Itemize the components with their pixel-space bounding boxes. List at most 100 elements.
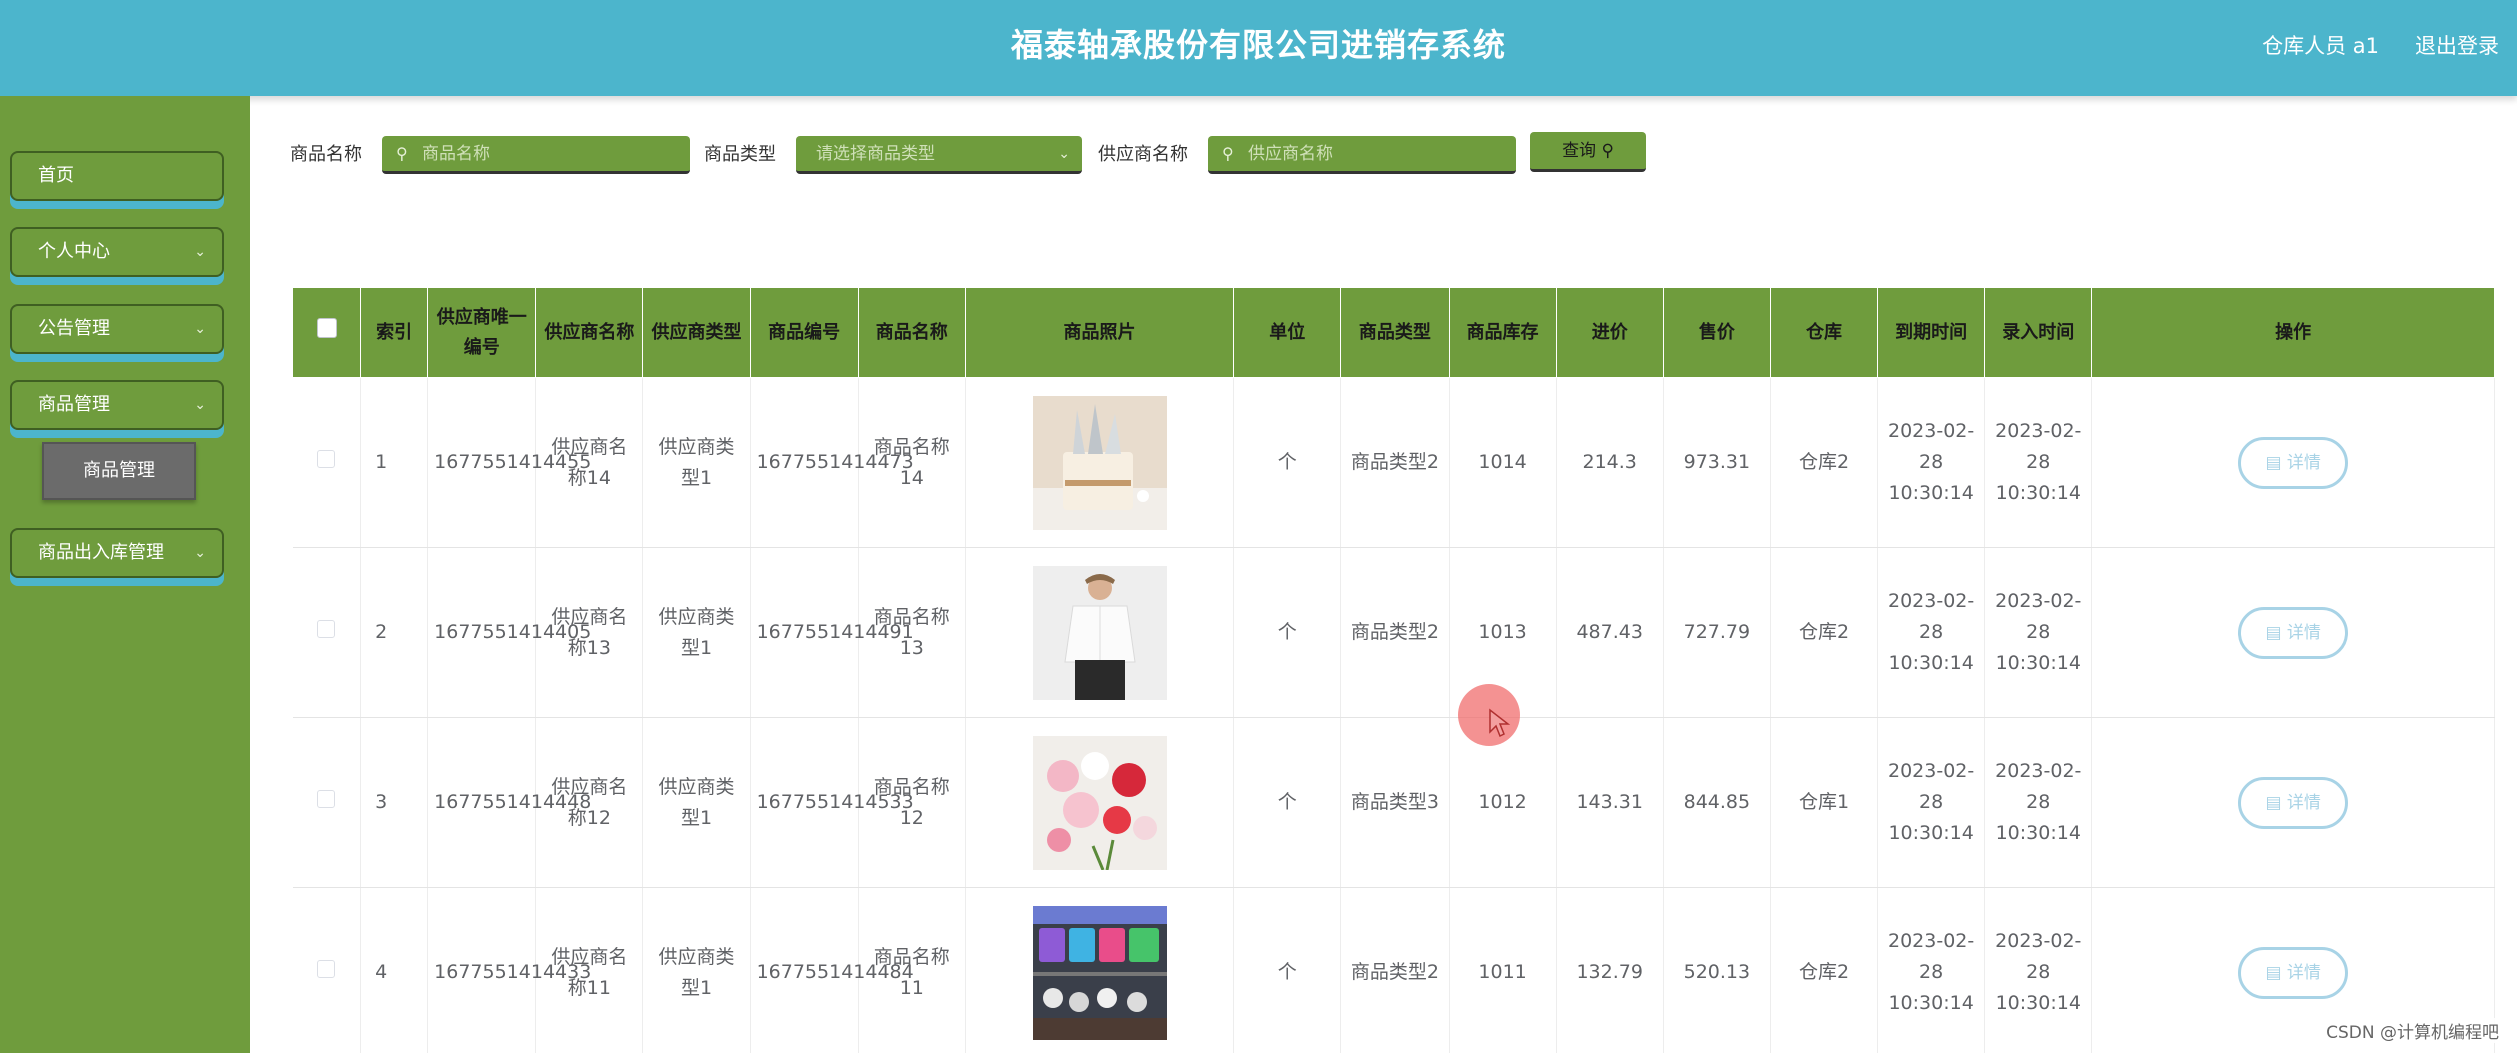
cell-warehouse: 仓库2 [1770,887,1879,1053]
sidebar-item-label: 个人中心 [38,241,110,262]
cell-unit: 个 [1233,377,1342,548]
cell-index: 3 [360,717,429,888]
detail-button[interactable]: ▤ 详情 [2238,606,2349,659]
cell-action: ▤ 详情 [2091,717,2495,888]
cell-product-type: 商品类型2 [1340,887,1450,1053]
column-header: 进价 [1555,287,1664,378]
detail-button[interactable]: ▤ 详情 [2238,436,2349,489]
detail-button-label: 详情 [2286,792,2321,813]
cell-supplier-id: 1677551414405 [427,547,591,718]
row-select-cell [292,887,362,1053]
query-button[interactable]: 查询 ⚲ [1530,132,1646,172]
cell-unit: 个 [1233,887,1342,1053]
cell-supplier-id: 1677551414448 [427,717,591,888]
cell-entry: 2023-02-28 10:30:14 [1984,887,2093,1053]
search-icon: ⚲ [396,144,408,163]
cell-stock: 1011 [1449,887,1557,1053]
row-checkbox[interactable] [317,790,336,808]
sidebar-item-notice-management[interactable]: 公告管理 ⌄ [10,304,224,354]
supplier-name-input[interactable]: ⚲ 供应商名称 [1208,136,1516,174]
logout-link[interactable]: 退出登录 [2415,30,2499,60]
row-checkbox[interactable] [317,450,336,468]
cell-supplier-type: 供应商类型1 [642,377,751,548]
cell-product-type: 商品类型2 [1340,377,1450,548]
cell-photo [965,717,1235,888]
chevron-down-icon: ⌄ [194,545,206,561]
document-icon: ▤ [2265,452,2282,473]
row-select-cell [292,717,362,888]
detail-button-label: 详情 [2286,962,2321,983]
cell-product-no: 1677551414491 [750,547,914,718]
cell-cost: 214.3 [1556,377,1664,548]
product-table: 索引 供应商唯一编号 供应商名称 供应商类型 商品编号 商品名称 商品照片 单位… [292,287,2495,1053]
cell-photo [965,547,1235,718]
cell-index: 2 [360,547,429,718]
chevron-down-icon: ⌄ [194,397,206,413]
document-icon: ▤ [2265,622,2282,643]
cell-stock: 1012 [1449,717,1557,888]
search-icon: ⚲ [1601,141,1614,161]
sidebar-item-home[interactable]: 首页 [10,151,224,201]
sidebar-item-product-management[interactable]: 商品管理 ⌄ [10,380,224,430]
sidebar-item-label: 首页 [38,165,74,186]
cell-supplier-type: 供应商类型1 [642,717,751,888]
column-header: 供应商名称 [535,287,644,378]
product-name-placeholder: 商品名称 [422,144,490,164]
row-checkbox[interactable] [317,960,336,978]
cell-entry: 2023-02-28 10:30:14 [1984,547,2093,718]
cell-product-no: 1677551414473 [750,377,914,548]
cell-entry: 2023-02-28 10:30:14 [1984,377,2093,548]
cell-index: 4 [360,887,429,1053]
column-header: 供应商唯一编号 [427,287,537,378]
detail-button[interactable]: ▤ 详情 [2238,776,2349,829]
table-row: 1 1677551414455 供应商名称14 供应商类型1 167755141… [292,377,2495,548]
cell-product-no: 1677551414484 [750,887,914,1053]
detail-button[interactable]: ▤ 详情 [2238,946,2349,999]
cell-warehouse: 仓库2 [1770,377,1879,548]
cell-price: 727.79 [1663,547,1771,718]
chevron-down-icon: ⌄ [194,321,206,337]
supplier-name-placeholder: 供应商名称 [1248,144,1333,164]
cell-supplier-type: 供应商类型1 [642,887,751,1053]
cell-product-type: 商品类型2 [1340,547,1450,718]
cell-entry: 2023-02-28 10:30:14 [1984,717,2093,888]
select-all-checkbox[interactable] [316,317,337,338]
column-header: 商品编号 [749,287,859,378]
cell-supplier-id: 1677551414455 [427,377,591,548]
search-icon: ⚲ [1222,144,1234,163]
cell-product-type: 商品类型3 [1340,717,1450,888]
select-all-cell [292,287,362,378]
top-header: 福泰轴承股份有限公司进销存系统 仓库人员 a1 退出登录 [0,0,2517,96]
buckets-photo [1032,905,1167,1040]
cell-action: ▤ 详情 [2091,547,2495,718]
column-header: 商品名称 [857,287,966,378]
cell-cost: 487.43 [1556,547,1664,718]
cell-cost: 132.79 [1556,887,1664,1053]
sidebar-item-personal-center[interactable]: 个人中心 ⌄ [10,227,224,277]
supplier-name-label: 供应商名称 [1098,144,1188,165]
column-header: 到期时间 [1877,287,1986,378]
system-title: 福泰轴承股份有限公司进销存系统 [1010,26,1506,64]
product-name-input[interactable]: ⚲ 商品名称 [382,136,690,174]
product-name-label: 商品名称 [290,144,362,165]
table-header-row: 索引 供应商唯一编号 供应商名称 供应商类型 商品编号 商品名称 商品照片 单位… [292,287,2495,378]
sidebar-item-stock-in-out[interactable]: 商品出入库管理 ⌄ [10,528,224,578]
flowers-photo [1032,735,1167,870]
column-header: 单位 [1233,287,1342,378]
product-type-select[interactable]: 请选择商品类型 ⌄ [796,136,1082,174]
knives-photo [1032,395,1167,530]
current-user-label: 仓库人员 a1 [2262,34,2379,58]
query-button-label: 查询 [1562,141,1597,161]
sidebar: 首页 个人中心 ⌄ 公告管理 ⌄ 商品管理 ⌄ 商品管理 商品出入库管理 ⌄ [0,96,250,1053]
document-icon: ▤ [2265,792,2282,813]
table-row: 2 1677551414405 供应商名称13 供应商类型1 167755141… [292,547,2495,718]
cell-supplier-name: 供应商名称11 [535,887,644,1053]
sidebar-item-label: 商品出入库管理 [38,542,164,563]
product-type-placeholder: 请选择商品类型 [816,144,935,164]
cell-expire: 2023-02-28 10:30:14 [1877,547,1986,718]
submenu-item-product-management[interactable]: 商品管理 [42,442,196,500]
row-checkbox[interactable] [317,620,336,638]
cell-price: 973.31 [1663,377,1771,548]
chevron-down-icon: ⌄ [1058,146,1070,162]
cell-unit: 个 [1233,717,1342,888]
